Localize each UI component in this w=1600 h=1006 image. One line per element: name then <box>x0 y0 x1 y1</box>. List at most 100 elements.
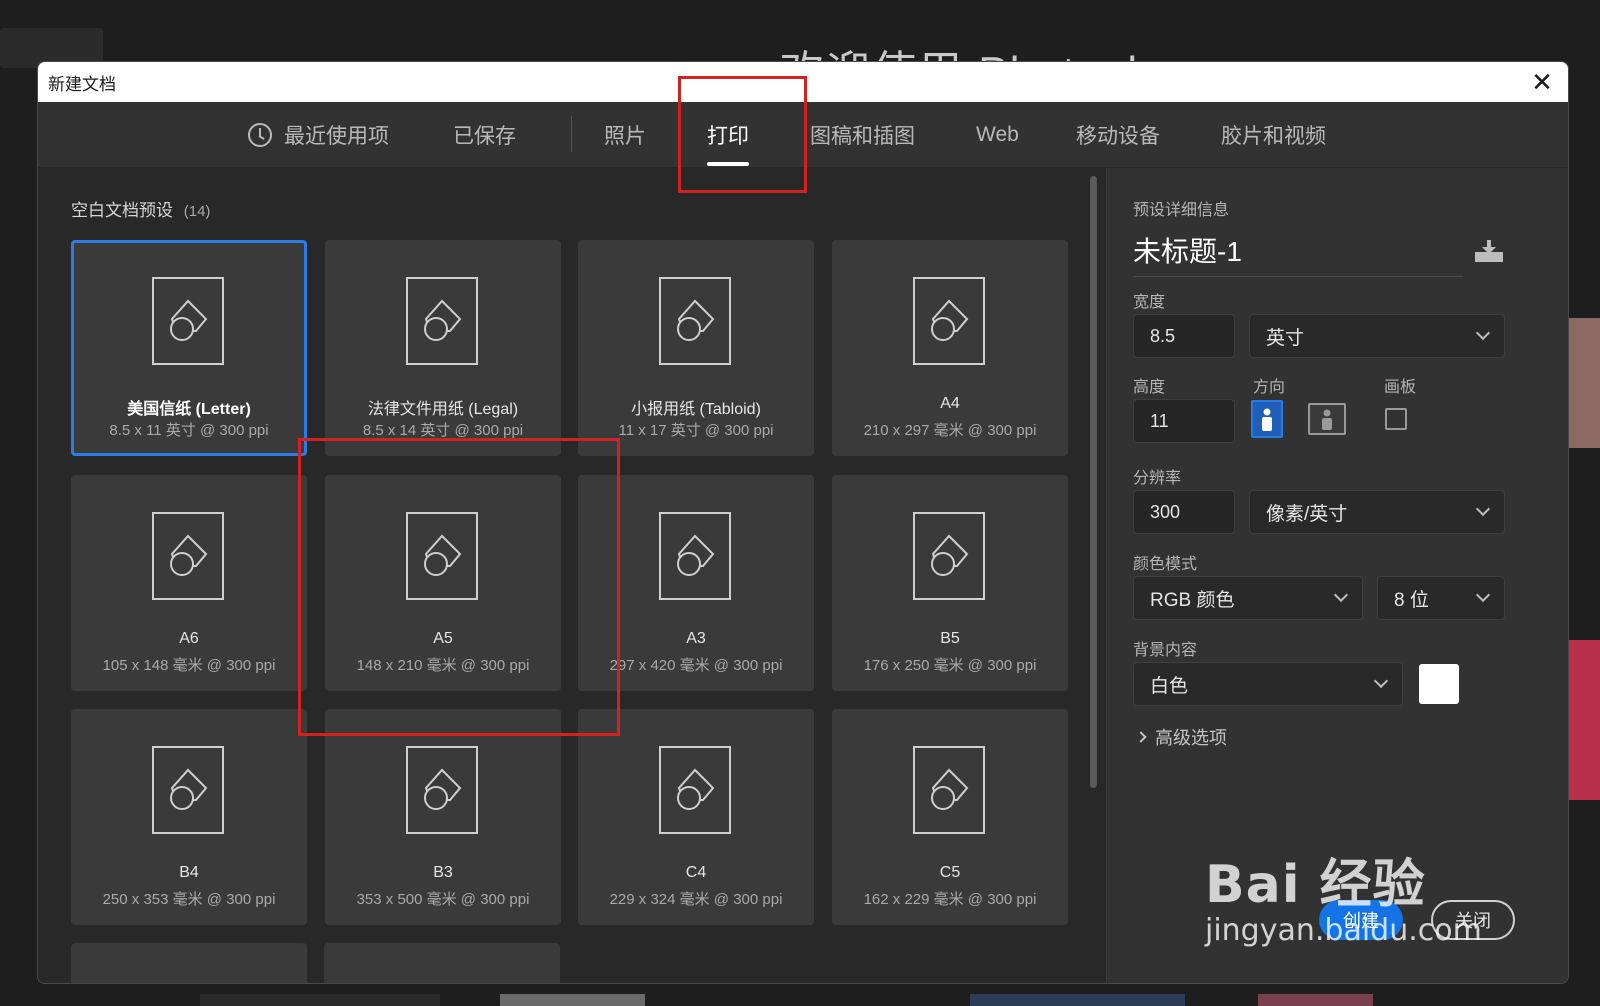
preset-spec: 162 x 229 毫米 @ 300 ppi <box>863 891 1037 908</box>
chevron-down-icon <box>1475 501 1491 517</box>
height-input[interactable]: 11 <box>1133 399 1235 443</box>
preset-card[interactable]: C5 162 x 229 毫米 @ 300 ppi <box>832 709 1068 925</box>
chevron-down-icon <box>1373 673 1389 689</box>
tab-web[interactable]: Web <box>976 102 1019 168</box>
tab-label: Web <box>976 123 1019 146</box>
close-icon[interactable]: ✕ <box>1526 66 1558 98</box>
background-color-swatch[interactable] <box>1419 664 1459 704</box>
resolution-unit-select[interactable]: 像素/英寸 <box>1249 490 1505 534</box>
background-thumbnail <box>1568 640 1600 800</box>
shapes-icon <box>424 534 462 576</box>
preset-spec: 297 x 420 毫米 @ 300 ppi <box>609 657 783 674</box>
tab-label: 胶片和视频 <box>1221 125 1326 148</box>
preset-card[interactable]: 小报用纸 (Tabloid) 11 x 17 英寸 @ 300 ppi <box>578 240 814 456</box>
shapes-icon <box>677 768 715 810</box>
width-label: 宽度 <box>1133 294 1166 311</box>
tab-photo[interactable]: 照片 <box>604 102 646 168</box>
background-recent-file <box>970 994 1185 1006</box>
preset-card[interactable]: B3 353 x 500 毫米 @ 300 ppi <box>325 709 561 925</box>
shapes-icon <box>170 299 208 341</box>
tab-saved[interactable]: 已保存 <box>453 102 516 168</box>
chevron-down-icon <box>1333 587 1349 603</box>
tab-label: 图稿和插图 <box>810 125 915 148</box>
advanced-options-label: 高级选项 <box>1155 728 1227 748</box>
preset-card[interactable]: B5 176 x 250 毫米 @ 300 ppi <box>832 475 1068 691</box>
chevron-down-icon <box>1475 325 1491 341</box>
portrait-orientation-button[interactable] <box>1251 400 1283 438</box>
preset-card[interactable]: C4 229 x 324 毫米 @ 300 ppi <box>578 709 814 925</box>
preset-card[interactable]: 法律文件用纸 (Legal) 8.5 x 14 英寸 @ 300 ppi <box>325 240 561 456</box>
preset-spec: 250 x 353 毫米 @ 300 ppi <box>102 891 276 908</box>
document-preset-icon <box>913 746 985 834</box>
preset-card-partial[interactable] <box>71 943 307 983</box>
tab-divider <box>571 116 572 152</box>
tab-label: 已保存 <box>453 125 516 148</box>
new-document-dialog: 新建文档 ✕ 最近使用项 已保存 照片 打印 图稿和插图 Web 移动设备 胶片… <box>37 61 1569 984</box>
shapes-icon <box>170 768 208 810</box>
background-content-label: 背景内容 <box>1133 642 1198 659</box>
preset-card[interactable]: 美国信纸 (Letter) 8.5 x 11 英寸 @ 300 ppi <box>71 240 307 456</box>
tab-art-illustration[interactable]: 图稿和插图 <box>810 102 915 168</box>
dialog-titlebar: 新建文档 ✕ <box>38 62 1568 102</box>
landscape-icon <box>1322 409 1332 430</box>
preset-spec: 353 x 500 毫米 @ 300 ppi <box>356 891 530 908</box>
shapes-icon <box>424 768 462 810</box>
landscape-orientation-button[interactable] <box>1308 403 1346 435</box>
create-button[interactable]: 创建 <box>1319 900 1403 940</box>
preset-name: B4 <box>179 864 199 881</box>
shapes-icon <box>931 534 969 576</box>
orientation-label: 方向 <box>1253 379 1286 396</box>
advanced-options-toggle[interactable]: 高级选项 <box>1135 724 1227 750</box>
tab-mobile[interactable]: 移动设备 <box>1076 102 1160 168</box>
preset-card-partial[interactable] <box>324 943 560 983</box>
shapes-icon <box>424 299 462 341</box>
chevron-right-icon <box>1135 731 1147 743</box>
document-preset-icon <box>406 746 478 834</box>
tab-film-video[interactable]: 胶片和视频 <box>1221 102 1326 168</box>
preset-name: 法律文件用纸 (Legal) <box>367 401 519 418</box>
preset-spec: 11 x 17 英寸 @ 300 ppi <box>618 422 774 439</box>
presets-scrollbar[interactable] <box>1090 176 1097 788</box>
presets-count: (14) <box>183 203 211 220</box>
preset-card[interactable]: A3 297 x 420 毫米 @ 300 ppi <box>578 475 814 691</box>
resolution-input[interactable]: 300 <box>1133 490 1235 534</box>
resolution-label: 分辨率 <box>1133 470 1182 487</box>
close-button[interactable]: 关闭 <box>1431 900 1515 940</box>
document-name-field[interactable]: 未标题-1 <box>1133 230 1463 277</box>
height-label: 高度 <box>1133 379 1166 396</box>
background-recent-file <box>200 994 440 1006</box>
tab-print[interactable]: 打印 <box>707 102 749 168</box>
color-mode-select[interactable]: RGB 颜色 <box>1133 576 1363 620</box>
preset-name: B3 <box>433 864 453 881</box>
background-content-select[interactable]: 白色 <box>1133 662 1403 706</box>
preset-card[interactable]: B4 250 x 353 毫米 @ 300 ppi <box>71 709 307 925</box>
document-preset-icon <box>152 512 224 600</box>
category-tabs: 最近使用项 已保存 照片 打印 图稿和插图 Web 移动设备 胶片和视频 <box>38 102 1568 168</box>
preset-card[interactable]: A6 105 x 148 毫米 @ 300 ppi <box>71 475 307 691</box>
tab-label: 打印 <box>707 125 749 148</box>
preset-name: 小报用纸 (Tabloid) <box>631 401 761 418</box>
preset-spec: 8.5 x 11 英寸 @ 300 ppi <box>109 422 269 439</box>
artboard-checkbox[interactable] <box>1385 408 1407 430</box>
background-recent-file <box>500 994 645 1006</box>
preset-spec: 229 x 324 毫米 @ 300 ppi <box>609 891 783 908</box>
save-preset-icon[interactable] <box>1473 238 1505 264</box>
tab-recent[interactable]: 最近使用项 <box>248 102 389 168</box>
preset-card[interactable]: A4 210 x 297 毫米 @ 300 ppi <box>832 240 1068 456</box>
document-preset-icon <box>659 512 731 600</box>
preset-name: B5 <box>940 630 960 647</box>
background-thumbnail <box>1568 318 1600 448</box>
document-preset-icon <box>659 277 731 365</box>
preset-card[interactable]: A5 148 x 210 毫米 @ 300 ppi <box>325 475 561 691</box>
preset-name: A5 <box>433 630 453 647</box>
width-input[interactable]: 8.5 <box>1133 314 1235 358</box>
width-unit-select[interactable]: 英寸 <box>1249 314 1505 358</box>
bit-depth-select[interactable]: 8 位 <box>1377 576 1505 620</box>
tab-label: 移动设备 <box>1076 125 1160 148</box>
preset-name: A3 <box>686 630 706 647</box>
portrait-icon <box>1262 408 1272 431</box>
color-mode-value: RGB 颜色 <box>1150 589 1235 611</box>
preset-name: 美国信纸 (Letter) <box>127 401 251 418</box>
dialog-title: 新建文档 <box>48 74 116 94</box>
document-preset-icon <box>152 277 224 365</box>
